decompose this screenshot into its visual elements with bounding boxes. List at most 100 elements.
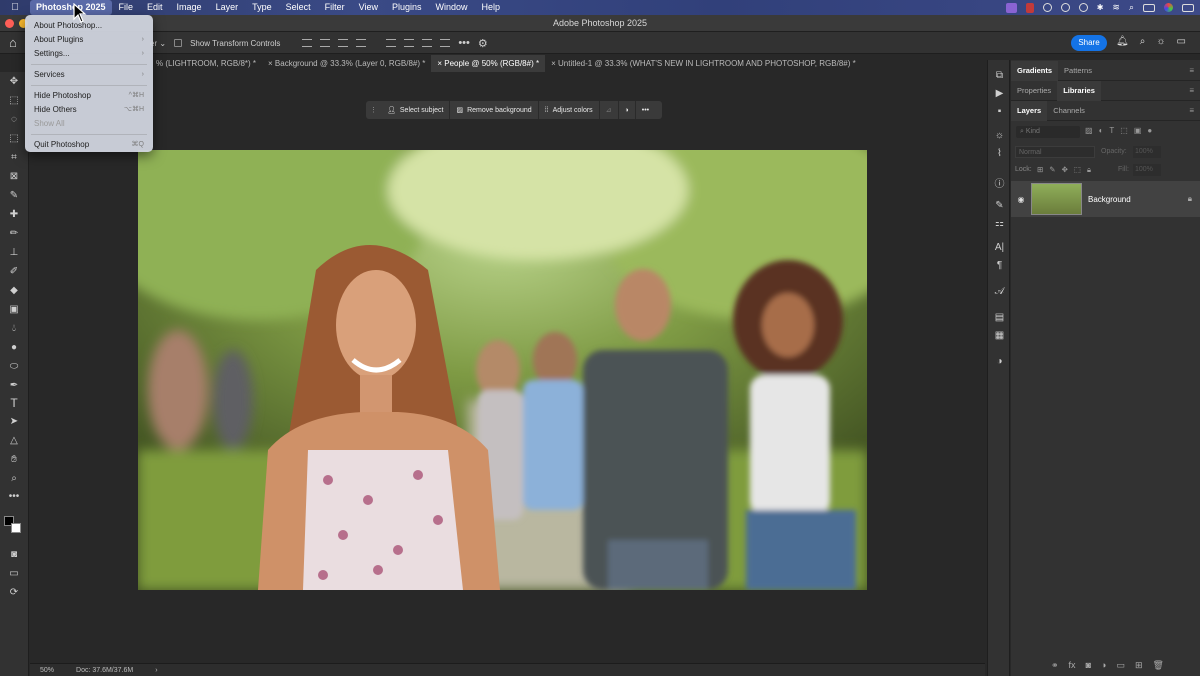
tab-properties[interactable]: Properties [1011,81,1057,101]
home-icon[interactable]: ⌂ [9,35,17,50]
play-icon[interactable] [1060,3,1070,12]
align-right-icon[interactable] [338,39,349,47]
more-tools-icon[interactable]: ••• [6,490,22,504]
close-icon[interactable]: × [268,59,275,68]
info-panel-icon[interactable]: ⓘ [992,175,1007,190]
align-bottom-icon[interactable] [422,39,433,47]
libraries-panel-icon[interactable]: ⌇ [992,148,1007,159]
menu-item-quit[interactable]: Quit Photoshop ⌘Q [25,138,153,152]
menu-item-hide-photoshop[interactable]: Hide Photoshop ^⌘H [25,89,153,103]
menu-plugins[interactable]: Plugins [385,0,429,15]
character-panel-icon[interactable]: A| [992,242,1007,253]
gear-icon[interactable]: ⚙ [478,37,488,50]
align-top-icon[interactable] [386,39,397,47]
lock-all-icon[interactable]: 🔒︎ [1087,165,1091,175]
link-layers-icon[interactable]: ⚭ [1051,660,1059,671]
transform-icon[interactable]: ⊿ [600,101,619,119]
tab-layers[interactable]: Layers [1011,100,1048,121]
new-group-icon[interactable]: ▭ [1116,660,1125,671]
panel-menu-icon[interactable]: ≡ [1189,66,1194,75]
layer-filter-kind[interactable]: ⌕ Kind [1016,126,1080,138]
fill-input[interactable]: 100% [1133,164,1161,176]
eyedropper-tool-icon[interactable]: ✎ [6,189,22,203]
menu-item-about-photoshop[interactable]: About Photoshop... [25,19,153,33]
menu-file[interactable]: File [112,0,141,15]
notification-icon[interactable] [1182,3,1194,12]
healing-tool-icon[interactable]: ✚ [6,208,22,222]
more-options-icon[interactable]: ••• [636,101,655,119]
brush-panel-icon[interactable]: ✎ [992,200,1007,211]
object-select-tool-icon[interactable]: ⬚ [6,132,22,146]
apple-icon[interactable]:  [0,2,30,13]
frame-tool-icon[interactable]: ⊠ [6,170,22,184]
app-status-icon[interactable] [1025,2,1034,13]
menu-view[interactable]: View [352,0,385,15]
comments-panel-icon[interactable]: ▪ [992,106,1007,117]
status-menu-arrow[interactable]: › [155,667,157,674]
tab-lightroom[interactable]: % (LIGHTROOM, RGB/8*) * [150,55,262,72]
trash-icon[interactable]: 🗑︎ [1153,660,1164,671]
pen-tool-icon[interactable]: ✒ [6,379,22,393]
fx-icon[interactable]: fx [1069,660,1076,671]
color-panel-icon[interactable]: ◑ [992,356,1007,367]
edit-toolbar-icon[interactable]: ⟳ [6,586,22,600]
wifi-icon[interactable]: ≋ [1112,2,1120,13]
screen-mode-icon[interactable]: ▭ [6,567,22,581]
lock-position-icon[interactable]: ✥ [1062,165,1068,175]
shape-tool-icon[interactable]: △ [6,434,22,448]
distribute-vertical-icon[interactable] [440,39,451,47]
adjustment-icon[interactable]: ◑ [619,101,636,119]
menu-window[interactable]: Window [429,0,475,15]
smart-object-filter-icon[interactable]: ▣ [1134,126,1142,135]
close-icon[interactable]: × [551,59,558,68]
select-subject-button[interactable]: 👤︎ Select subject [381,101,451,119]
tab-people[interactable]: × People @ 50% (RGB/8#) * [431,55,546,72]
lock-artboard-icon[interactable]: ⬚ [1074,165,1081,175]
eraser-tool-icon[interactable]: ◆ [6,284,22,298]
align-left-icon[interactable] [302,39,313,47]
tab-gradients[interactable]: Gradients [1011,60,1059,81]
path-select-tool-icon[interactable]: ➤ [6,415,22,429]
type-tool-icon[interactable]: T [6,396,22,410]
shape-filter-icon[interactable]: ⬚ [1120,126,1128,135]
drag-handle-icon[interactable]: ⋮ [366,106,381,114]
tab-channels[interactable]: Channels [1047,101,1091,121]
menu-edit[interactable]: Edit [140,0,170,15]
notifications-icon[interactable]: 🔔︎ [1116,36,1129,47]
properties-panel-icon[interactable]: ⚏ [992,218,1007,229]
notes-panel-icon[interactable]: ▤ [992,312,1007,323]
add-mask-icon[interactable]: ◙ [1086,660,1091,671]
siri-icon[interactable] [1164,3,1173,12]
align-middle-icon[interactable] [404,39,415,47]
menu-image[interactable]: Image [170,0,209,15]
panel-menu-icon[interactable]: ≡ [1189,86,1194,95]
control-center-icon[interactable] [1143,3,1155,12]
align-center-icon[interactable] [320,39,331,47]
tab-background[interactable]: × Background @ 33.3% (Layer 0, RGB/8#) * [262,55,431,72]
menu-item-settings[interactable]: Settings... › [25,47,153,61]
type-filter-icon[interactable]: T [1109,126,1114,135]
menu-select[interactable]: Select [279,0,318,15]
layer-name[interactable]: Background [1088,195,1131,204]
menu-layer[interactable]: Layer [209,0,246,15]
zoom-tool-icon[interactable]: ⌕ [6,472,22,486]
layer-row[interactable]: ◉ Background 🔒︎ [1011,181,1200,217]
tab-libraries[interactable]: Libraries [1057,80,1101,101]
filter-toggle-icon[interactable]: ● [1147,126,1152,135]
eye-icon[interactable]: ◉ [1011,195,1031,204]
bluetooth-icon[interactable]: ✱ [1097,3,1104,12]
move-tool-icon[interactable]: ✥ [6,75,22,89]
menu-item-services[interactable]: Services › [25,68,153,82]
new-adjustment-icon[interactable]: ◑ [1101,660,1106,671]
blend-mode-select[interactable]: Normal [1015,146,1095,158]
history-brush-tool-icon[interactable]: ✐ [6,265,22,279]
pixel-filter-icon[interactable]: ▨ [1085,126,1093,135]
remove-background-button[interactable]: ▨ Remove background [450,101,539,119]
adjustment-filter-icon[interactable]: ◐ [1099,126,1104,135]
lock-pixels-icon[interactable]: ✎ [1049,165,1055,175]
gradient-tool-icon[interactable]: ▣ [6,303,22,317]
timer-icon[interactable] [1042,3,1052,12]
menu-item-about-plugins[interactable]: About Plugins › [25,33,153,47]
tab-patterns[interactable]: Patterns [1058,61,1098,81]
menu-photoshop[interactable]: Photoshop 2025 [30,0,112,15]
